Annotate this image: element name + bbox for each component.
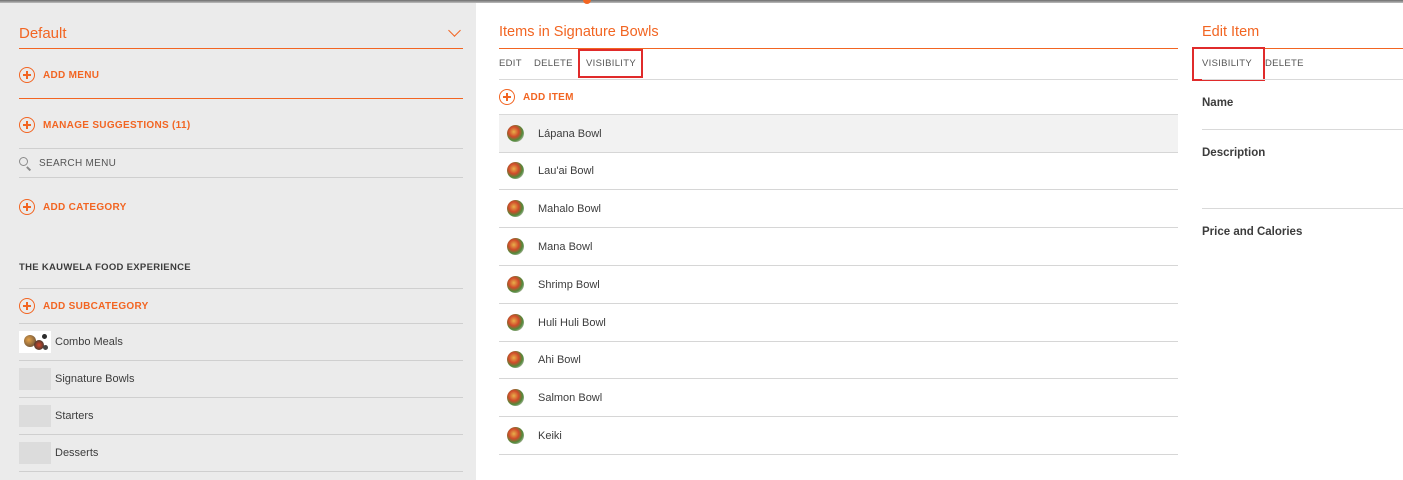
search-menu <box>19 150 463 178</box>
item-label: Lápana Bowl <box>538 127 602 140</box>
manage-suggestions-label: MANAGE SUGGESTIONS (11) <box>43 119 191 131</box>
top-indicator <box>583 0 591 4</box>
divider <box>499 48 1178 49</box>
subcategory-label: Starters <box>55 410 94 422</box>
subcategory-item[interactable]: Signature Bowls <box>19 361 463 398</box>
name-field-label: Name <box>1202 97 1234 109</box>
item-label: Mahalo Bowl <box>538 202 601 215</box>
item-row[interactable]: Ahi Bowl <box>499 341 1178 379</box>
item-row[interactable]: Mana Bowl <box>499 228 1178 266</box>
subcategory-thumbnail <box>19 368 51 390</box>
item-row[interactable]: Shrimp Bowl <box>499 266 1178 304</box>
subcategory-label: Desserts <box>55 447 99 459</box>
divider <box>1202 79 1403 80</box>
plus-circle-icon <box>19 199 35 215</box>
plus-circle-icon <box>19 298 35 314</box>
add-item-label: ADD ITEM <box>523 91 574 103</box>
bowl-thumbnail <box>507 314 524 331</box>
add-subcategory-button[interactable]: ADD SUBCATEGORY <box>19 298 149 314</box>
subcategory-thumbnail <box>19 442 51 464</box>
item-label: Shrimp Bowl <box>538 278 600 291</box>
menu-dropdown[interactable]: Default <box>19 18 463 49</box>
chevron-down-icon <box>448 23 461 37</box>
items-panel-title: Items in Signature Bowls <box>499 24 659 40</box>
item-row[interactable]: Salmon Bowl <box>499 379 1178 417</box>
item-label: Salmon Bowl <box>538 391 603 404</box>
description-field-label: Description <box>1202 147 1266 159</box>
bowl-thumbnail <box>507 162 524 179</box>
plus-circle-icon <box>499 89 515 105</box>
delete-button[interactable]: DELETE <box>1265 58 1304 69</box>
item-row[interactable]: Lau'ai Bowl <box>499 152 1178 190</box>
bowl-thumbnail <box>507 200 524 217</box>
name-field[interactable] <box>1202 129 1403 130</box>
bowl-thumbnail <box>507 389 524 406</box>
bowl-thumbnail <box>507 238 524 255</box>
visibility-button[interactable]: VISIBILITY <box>586 58 636 69</box>
description-field[interactable] <box>1202 208 1403 209</box>
add-item-button[interactable]: ADD ITEM <box>499 89 574 105</box>
item-label: Huli Huli Bowl <box>538 316 606 329</box>
subcategory-item[interactable]: Combo Meals <box>19 324 463 361</box>
plus-circle-icon <box>19 67 35 83</box>
edit-panel-title: Edit Item <box>1202 24 1260 40</box>
manage-suggestions-button[interactable]: MANAGE SUGGESTIONS (11) <box>19 117 190 133</box>
bowl-thumbnail <box>507 125 524 142</box>
item-label: Ahi Bowl <box>538 353 581 366</box>
search-icon <box>19 157 32 171</box>
bowl-thumbnail <box>507 276 524 293</box>
visibility-button[interactable]: VISIBILITY <box>1202 58 1252 69</box>
search-input[interactable] <box>39 158 439 169</box>
item-label: Keiki <box>538 429 562 442</box>
add-menu-button[interactable]: ADD MENU <box>19 67 99 83</box>
subcategory-item[interactable]: Starters <box>19 398 463 435</box>
item-row[interactable]: Mahalo Bowl <box>499 190 1178 228</box>
item-label: Lau'ai Bowl <box>538 164 594 177</box>
delete-button[interactable]: DELETE <box>534 58 573 69</box>
item-row[interactable]: Huli Huli Bowl <box>499 304 1178 342</box>
divider <box>1202 48 1403 49</box>
category-title[interactable]: THE KAUWELA FOOD EXPERIENCE <box>19 262 191 273</box>
subcategory-thumbnail <box>19 405 51 427</box>
subcategory-thumbnail <box>19 331 51 353</box>
divider <box>19 98 463 99</box>
add-menu-label: ADD MENU <box>43 69 100 81</box>
divider <box>499 79 1178 80</box>
subcategory-item[interactable]: Desserts <box>19 435 463 472</box>
divider <box>19 148 463 149</box>
add-category-label: ADD CATEGORY <box>43 201 127 213</box>
subcategory-label: Signature Bowls <box>55 373 135 385</box>
add-category-button[interactable]: ADD CATEGORY <box>19 199 127 215</box>
divider <box>19 288 463 289</box>
edit-button[interactable]: EDIT <box>499 58 522 69</box>
price-calories-label: Price and Calories <box>1202 226 1303 238</box>
bowl-thumbnail <box>507 351 524 368</box>
item-row[interactable]: Keiki <box>499 417 1178 455</box>
menu-dropdown-label: Default <box>19 24 67 42</box>
plus-circle-icon <box>19 117 35 133</box>
subcategory-label: Combo Meals <box>55 336 123 348</box>
item-label: Mana Bowl <box>538 240 593 253</box>
add-subcategory-label: ADD SUBCATEGORY <box>43 300 149 312</box>
bowl-thumbnail <box>507 427 524 444</box>
item-row[interactable]: Lápana Bowl <box>499 115 1178 153</box>
